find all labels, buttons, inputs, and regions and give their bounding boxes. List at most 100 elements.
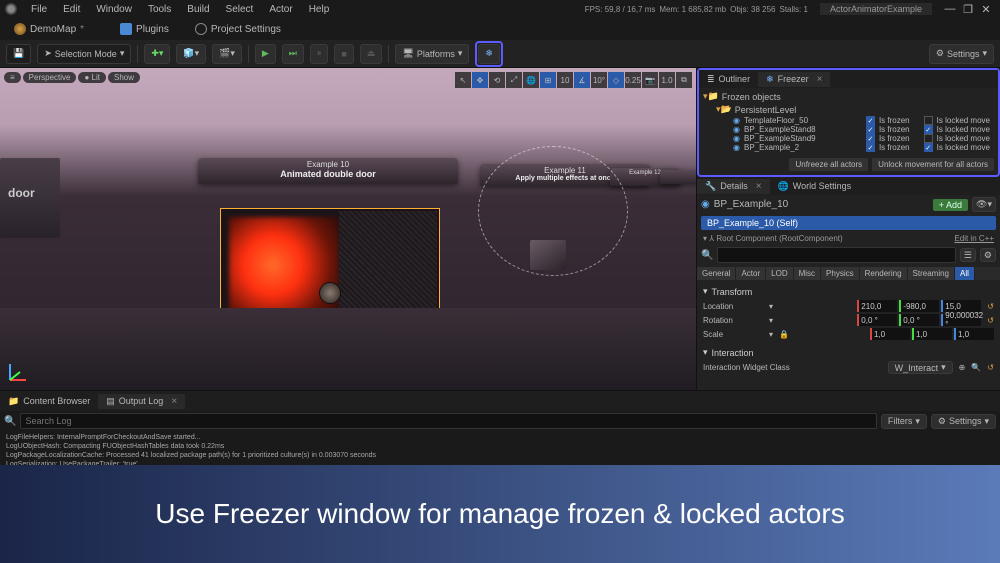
section-header[interactable]: ▾Transform (703, 284, 994, 299)
close-icon[interactable]: × (817, 74, 823, 85)
tree-level[interactable]: ▾📂PersistentLevel (703, 103, 994, 116)
cat-streaming[interactable]: Streaming (908, 267, 955, 280)
selection-mode-button[interactable]: ➤ Selection Mode ▾ (37, 44, 131, 64)
reset-icon[interactable]: ↺ (987, 302, 994, 311)
transform-scale-icon[interactable]: ⤢ (506, 72, 522, 88)
menu-actor[interactable]: Actor (262, 2, 299, 17)
viewport[interactable]: ≡ Perspective ● Lit Show ↖ ✥ ⟲ ⤢ 🌐 ⊞ 10 … (0, 68, 696, 390)
locked-check[interactable]: ✓ (924, 125, 933, 134)
marketplace-button[interactable]: 🧊▾ (176, 44, 206, 64)
cinematics-button[interactable]: 🎬▾ (212, 44, 242, 64)
chevron-down-icon[interactable]: ▾ (769, 330, 773, 339)
eject-button[interactable]: ⏏ (360, 44, 383, 64)
details-search-input[interactable] (717, 247, 955, 263)
cat-general[interactable]: General (697, 267, 736, 280)
lit-button[interactable]: ● Lit (78, 72, 106, 83)
scale-y[interactable]: 1,0 (912, 328, 952, 340)
tab-output-log[interactable]: ▤Output Log× (98, 394, 185, 409)
tab-plugins[interactable]: Plugins (112, 21, 177, 37)
cat-misc[interactable]: Misc (794, 267, 821, 280)
reset-icon[interactable]: ↺ (987, 363, 994, 372)
component-self[interactable]: BP_Example_10 (Self) (701, 216, 996, 230)
menu-tools[interactable]: Tools (141, 2, 178, 17)
lock-icon[interactable]: 🔒 (779, 330, 789, 339)
freezer-item[interactable]: ◉TemplateFloor_50✓Is frozenIs locked mov… (703, 116, 994, 125)
log-search-input[interactable] (20, 413, 876, 429)
location-y[interactable]: -980,0 (899, 300, 939, 312)
add-content-button[interactable]: ✚▾ (144, 44, 170, 64)
freezer-button[interactable]: ❄ (478, 44, 500, 64)
filter-icon[interactable]: ☰ (960, 248, 976, 262)
browse-button[interactable]: 👁▾ (972, 197, 996, 212)
pause-button[interactable]: ⏸ (310, 44, 329, 64)
tab-demomap[interactable]: DemoMap * (6, 21, 92, 37)
section-header[interactable]: ▾Interaction (703, 345, 994, 360)
filters-button[interactable]: Filters ▾ (881, 414, 927, 429)
cat-actor[interactable]: Actor (736, 267, 766, 280)
rotation-z[interactable]: 90,000032 ° (941, 314, 981, 326)
close-icon[interactable]: × (171, 396, 177, 407)
locked-check[interactable] (924, 134, 933, 143)
frozen-check[interactable]: ✓ (866, 116, 875, 125)
widget-value[interactable]: W_Interact ▾ (888, 361, 953, 374)
add-component-button[interactable]: + Add (933, 199, 968, 211)
viewport-menu-button[interactable]: ≡ (4, 72, 21, 83)
menu-build[interactable]: Build (180, 2, 216, 17)
snap-grid-icon[interactable]: ⊞ (540, 72, 556, 88)
settings-icon[interactable]: ⚙ (980, 248, 996, 262)
snap-angle-icon[interactable]: ∡ (574, 72, 590, 88)
location-x[interactable]: 210,0 (857, 300, 897, 312)
transform-select-icon[interactable]: ↖ (455, 72, 471, 88)
locked-check[interactable]: ✓ (924, 143, 933, 152)
tab-freezer[interactable]: ❄Freezer× (758, 72, 830, 87)
freezer-item[interactable]: ◉BP_ExampleStand8✓Is frozen✓Is locked mo… (703, 125, 994, 134)
freezer-item[interactable]: ◉BP_ExampleStand9✓Is frozenIs locked mov… (703, 134, 994, 143)
cat-rendering[interactable]: Rendering (860, 267, 908, 280)
tab-world-settings[interactable]: 🌐World Settings (770, 179, 860, 194)
edit-cpp-link[interactable]: Edit in C++ (954, 234, 994, 243)
log-settings-button[interactable]: ⚙ Settings ▾ (931, 414, 996, 429)
viewport-maximize-icon[interactable]: ⧉ (676, 72, 692, 88)
chevron-down-icon[interactable]: ▾ (769, 316, 773, 325)
menu-file[interactable]: File (24, 2, 54, 17)
rotation-y[interactable]: 0,0 ° (899, 314, 939, 326)
perspective-button[interactable]: Perspective (23, 72, 77, 83)
snap-scale-val[interactable]: 0.25 (625, 72, 641, 88)
frozen-check[interactable]: ✓ (866, 143, 875, 152)
camera-speed-val[interactable]: 1.0 (659, 72, 675, 88)
component-root[interactable]: ▾ ⅄ Root Component (RootComponent) Edit … (697, 232, 1000, 245)
tab-content-browser[interactable]: 📁Content Browser (0, 394, 98, 409)
coord-space-icon[interactable]: 🌐 (523, 72, 539, 88)
snap-angle-val[interactable]: 10° (591, 72, 607, 88)
tree-root[interactable]: ▾📁Frozen objects (703, 90, 994, 103)
tab-details[interactable]: 🔧Details× (697, 179, 770, 194)
window-close-icon[interactable]: ✕ (980, 3, 992, 15)
scale-z[interactable]: 1,0 (954, 328, 994, 340)
chevron-down-icon[interactable]: ▾ (769, 302, 773, 311)
transform-move-icon[interactable]: ✥ (472, 72, 488, 88)
tab-project-settings[interactable]: Project Settings (187, 21, 289, 37)
unlock-button[interactable]: Unlock movement for all actors (872, 158, 994, 171)
unfreeze-button[interactable]: Unfreeze all actors (789, 158, 868, 171)
cat-physics[interactable]: Physics (821, 267, 860, 280)
frozen-check[interactable]: ✓ (866, 125, 875, 134)
stop-button[interactable]: ■ (334, 44, 353, 64)
reset-icon[interactable]: ↺ (987, 316, 994, 325)
show-button[interactable]: Show (108, 72, 140, 83)
tab-outliner[interactable]: ≣Outliner (699, 72, 758, 87)
menu-help[interactable]: Help (302, 2, 337, 17)
close-icon[interactable]: × (756, 181, 762, 192)
play-button[interactable]: ▶ (255, 44, 276, 64)
window-maximize-icon[interactable]: ❐ (962, 3, 974, 15)
menu-edit[interactable]: Edit (56, 2, 87, 17)
snap-grid-val[interactable]: 10 (557, 72, 573, 88)
play-options-button[interactable]: ⏭ (282, 44, 304, 64)
rotation-x[interactable]: 0,0 ° (857, 314, 897, 326)
settings-button[interactable]: ⚙ Settings ▾ (929, 44, 994, 64)
cat-lod[interactable]: LOD (766, 267, 793, 280)
menu-select[interactable]: Select (219, 2, 261, 17)
window-minimize-icon[interactable]: — (944, 3, 956, 15)
transform-rotate-icon[interactable]: ⟲ (489, 72, 505, 88)
frozen-check[interactable]: ✓ (866, 134, 875, 143)
freezer-item[interactable]: ◉BP_Example_2✓Is frozen✓Is locked move (703, 143, 994, 152)
